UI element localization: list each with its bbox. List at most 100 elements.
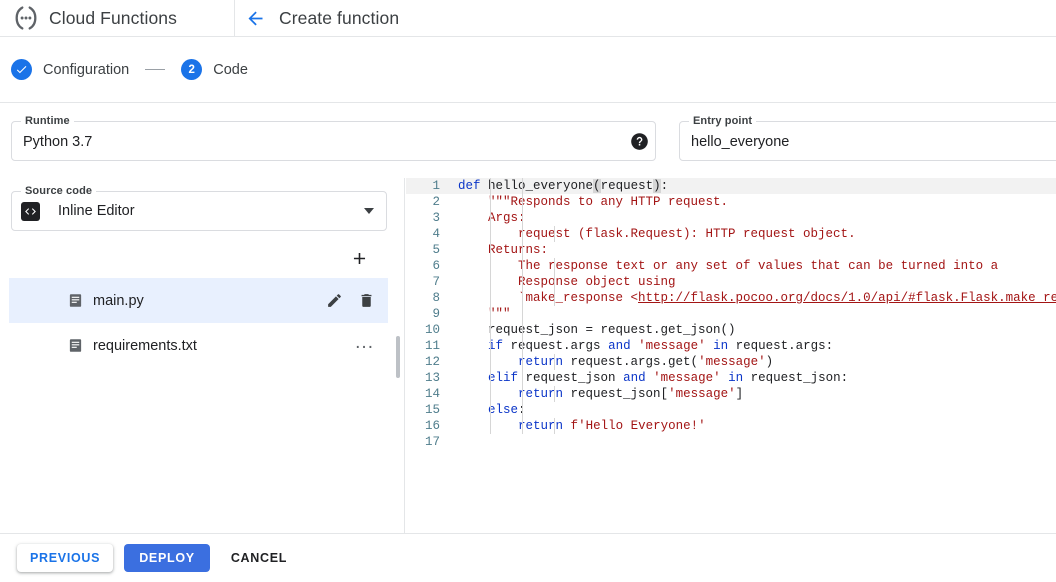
arrow-left-icon [245,8,266,29]
edit-file-button[interactable] [322,289,346,313]
help-circle-icon[interactable] [630,132,649,151]
editor-rule [490,210,491,226]
code-line-text[interactable]: Args: [444,210,1056,226]
code-line[interactable]: 12 return request.args.get('message') [406,354,1056,370]
file-name: main.py [93,293,144,309]
deploy-button[interactable]: DEPLOY [124,544,210,572]
code-line[interactable]: 3 Args: [406,210,1056,226]
code-line[interactable]: 6 The response text or any set of values… [406,258,1056,274]
code-editor-content[interactable]: 1def hello_everyone(request):2 """Respon… [406,178,1056,533]
previous-button[interactable]: PREVIOUS [17,544,113,572]
file-row-actions [322,278,378,323]
editor-rule [490,194,491,210]
top-app-bar: Cloud Functions Create function [0,0,1056,37]
entry-point-input[interactable]: Entry point hello_everyone [679,121,1056,161]
add-file-button[interactable] [345,244,373,272]
line-number: 12 [406,354,444,370]
editor-rule [490,354,491,370]
file-list-item-main-py[interactable]: main.py [9,278,388,323]
file-name: requirements.txt [93,338,197,354]
line-number: 8 [406,290,444,306]
editor-rule [490,178,491,194]
file-list: main.py [9,278,388,368]
code-line-text[interactable]: request_json = request.get_json() [444,322,1056,338]
code-line-text[interactable]: def hello_everyone(request): [444,178,1056,194]
code-line-text[interactable]: return request.args.get('message') [444,354,1056,370]
code-line[interactable]: 8 `make_response <http://flask.pocoo.org… [406,290,1056,306]
code-line-text[interactable]: else: [444,402,1056,418]
code-line-text[interactable]: elif request_json and 'message' in reque… [444,370,1056,386]
indent-guide [522,274,523,290]
cloud-functions-logo-icon [13,5,39,31]
line-number: 11 [406,338,444,354]
code-line-text[interactable]: return request_json['message'] [444,386,1056,402]
more-horizontal-icon[interactable]: ... [351,339,378,353]
indent-guide [554,226,555,242]
code-editor-panel[interactable]: 1def hello_everyone(request):2 """Respon… [406,178,1056,533]
indent-guide [522,290,523,306]
code-line[interactable]: 14 return request_json['message'] [406,386,1056,402]
editor-rule [490,306,491,322]
code-line[interactable]: 7 Response object using [406,274,1056,290]
editor-rule [490,402,491,418]
code-line[interactable]: 13 elif request_json and 'message' in re… [406,370,1056,386]
line-number: 5 [406,242,444,258]
indent-guide [554,354,555,370]
code-line[interactable]: 10 request_json = request.get_json() [406,322,1056,338]
stepper-item-configuration[interactable]: Configuration [11,59,129,80]
indent-guide [522,306,523,322]
indent-guide [522,354,523,370]
source-panel-scrollbar[interactable] [396,336,400,378]
code-line-text[interactable]: Returns: [444,242,1056,258]
code-line[interactable]: 1def hello_everyone(request): [406,178,1056,194]
code-line[interactable]: 15 else: [406,402,1056,418]
delete-file-button[interactable] [354,289,378,313]
runtime-value: Python 3.7 [23,122,92,162]
indent-guide [522,226,523,242]
action-bar: PREVIOUS DEPLOY CANCEL [0,533,1056,582]
chevron-down-icon[interactable] [364,208,374,214]
code-line-text[interactable]: Response object using [444,274,1056,290]
stepper-item-code[interactable]: 2 Code [181,59,248,80]
code-line[interactable]: 17 [406,434,1056,450]
code-line[interactable]: 2 """Responds to any HTTP request. [406,194,1056,210]
line-number: 14 [406,386,444,402]
indent-guide [554,274,555,290]
back-button[interactable] [235,0,277,37]
indent-guide [522,194,523,210]
code-line-text[interactable]: The response text or any set of values t… [444,258,1056,274]
line-number: 3 [406,210,444,226]
code-line-text[interactable]: """Responds to any HTTP request. [444,194,1056,210]
code-line[interactable]: 4 request (flask.Request): HTTP request … [406,226,1056,242]
file-row-actions: ... [351,323,378,368]
code-line-text[interactable]: if request.args and 'message' in request… [444,338,1056,354]
code-line[interactable]: 9 """ [406,306,1056,322]
code-line-text[interactable]: """ [444,306,1056,322]
code-line-text[interactable]: return f'Hello Everyone!' [444,418,1056,434]
file-list-item-requirements-txt[interactable]: requirements.txt ... [9,323,388,368]
stepper-label-code: Code [213,62,248,78]
editor-rule [490,258,491,274]
line-number: 17 [406,434,444,450]
code-line[interactable]: 16 return f'Hello Everyone!' [406,418,1056,434]
indent-guide [522,178,523,194]
code-line-text[interactable]: `make_response <http://flask.pocoo.org/d… [444,290,1056,306]
function-settings-row: Runtime Python 3.7 Entry point hello_eve… [0,104,1056,178]
runtime-select[interactable]: Runtime Python 3.7 [11,121,656,161]
code-line[interactable]: 11 if request.args and 'message' in requ… [406,338,1056,354]
indent-guide [522,418,523,434]
code-line[interactable]: 5 Returns: [406,242,1056,258]
indent-guide [554,386,555,402]
file-document-icon [68,337,83,354]
source-code-panel: Source code Inline Editor [0,178,405,533]
product-name[interactable]: Cloud Functions [46,8,177,29]
line-number: 7 [406,274,444,290]
cancel-button[interactable]: CANCEL [221,544,297,572]
line-number: 16 [406,418,444,434]
trash-icon [358,292,375,309]
line-number: 10 [406,322,444,338]
source-code-select[interactable]: Source code Inline Editor [11,191,387,231]
pencil-icon [326,292,343,309]
code-line-text[interactable]: request (flask.Request): HTTP request ob… [444,226,1056,242]
stepper-separator [145,69,165,70]
